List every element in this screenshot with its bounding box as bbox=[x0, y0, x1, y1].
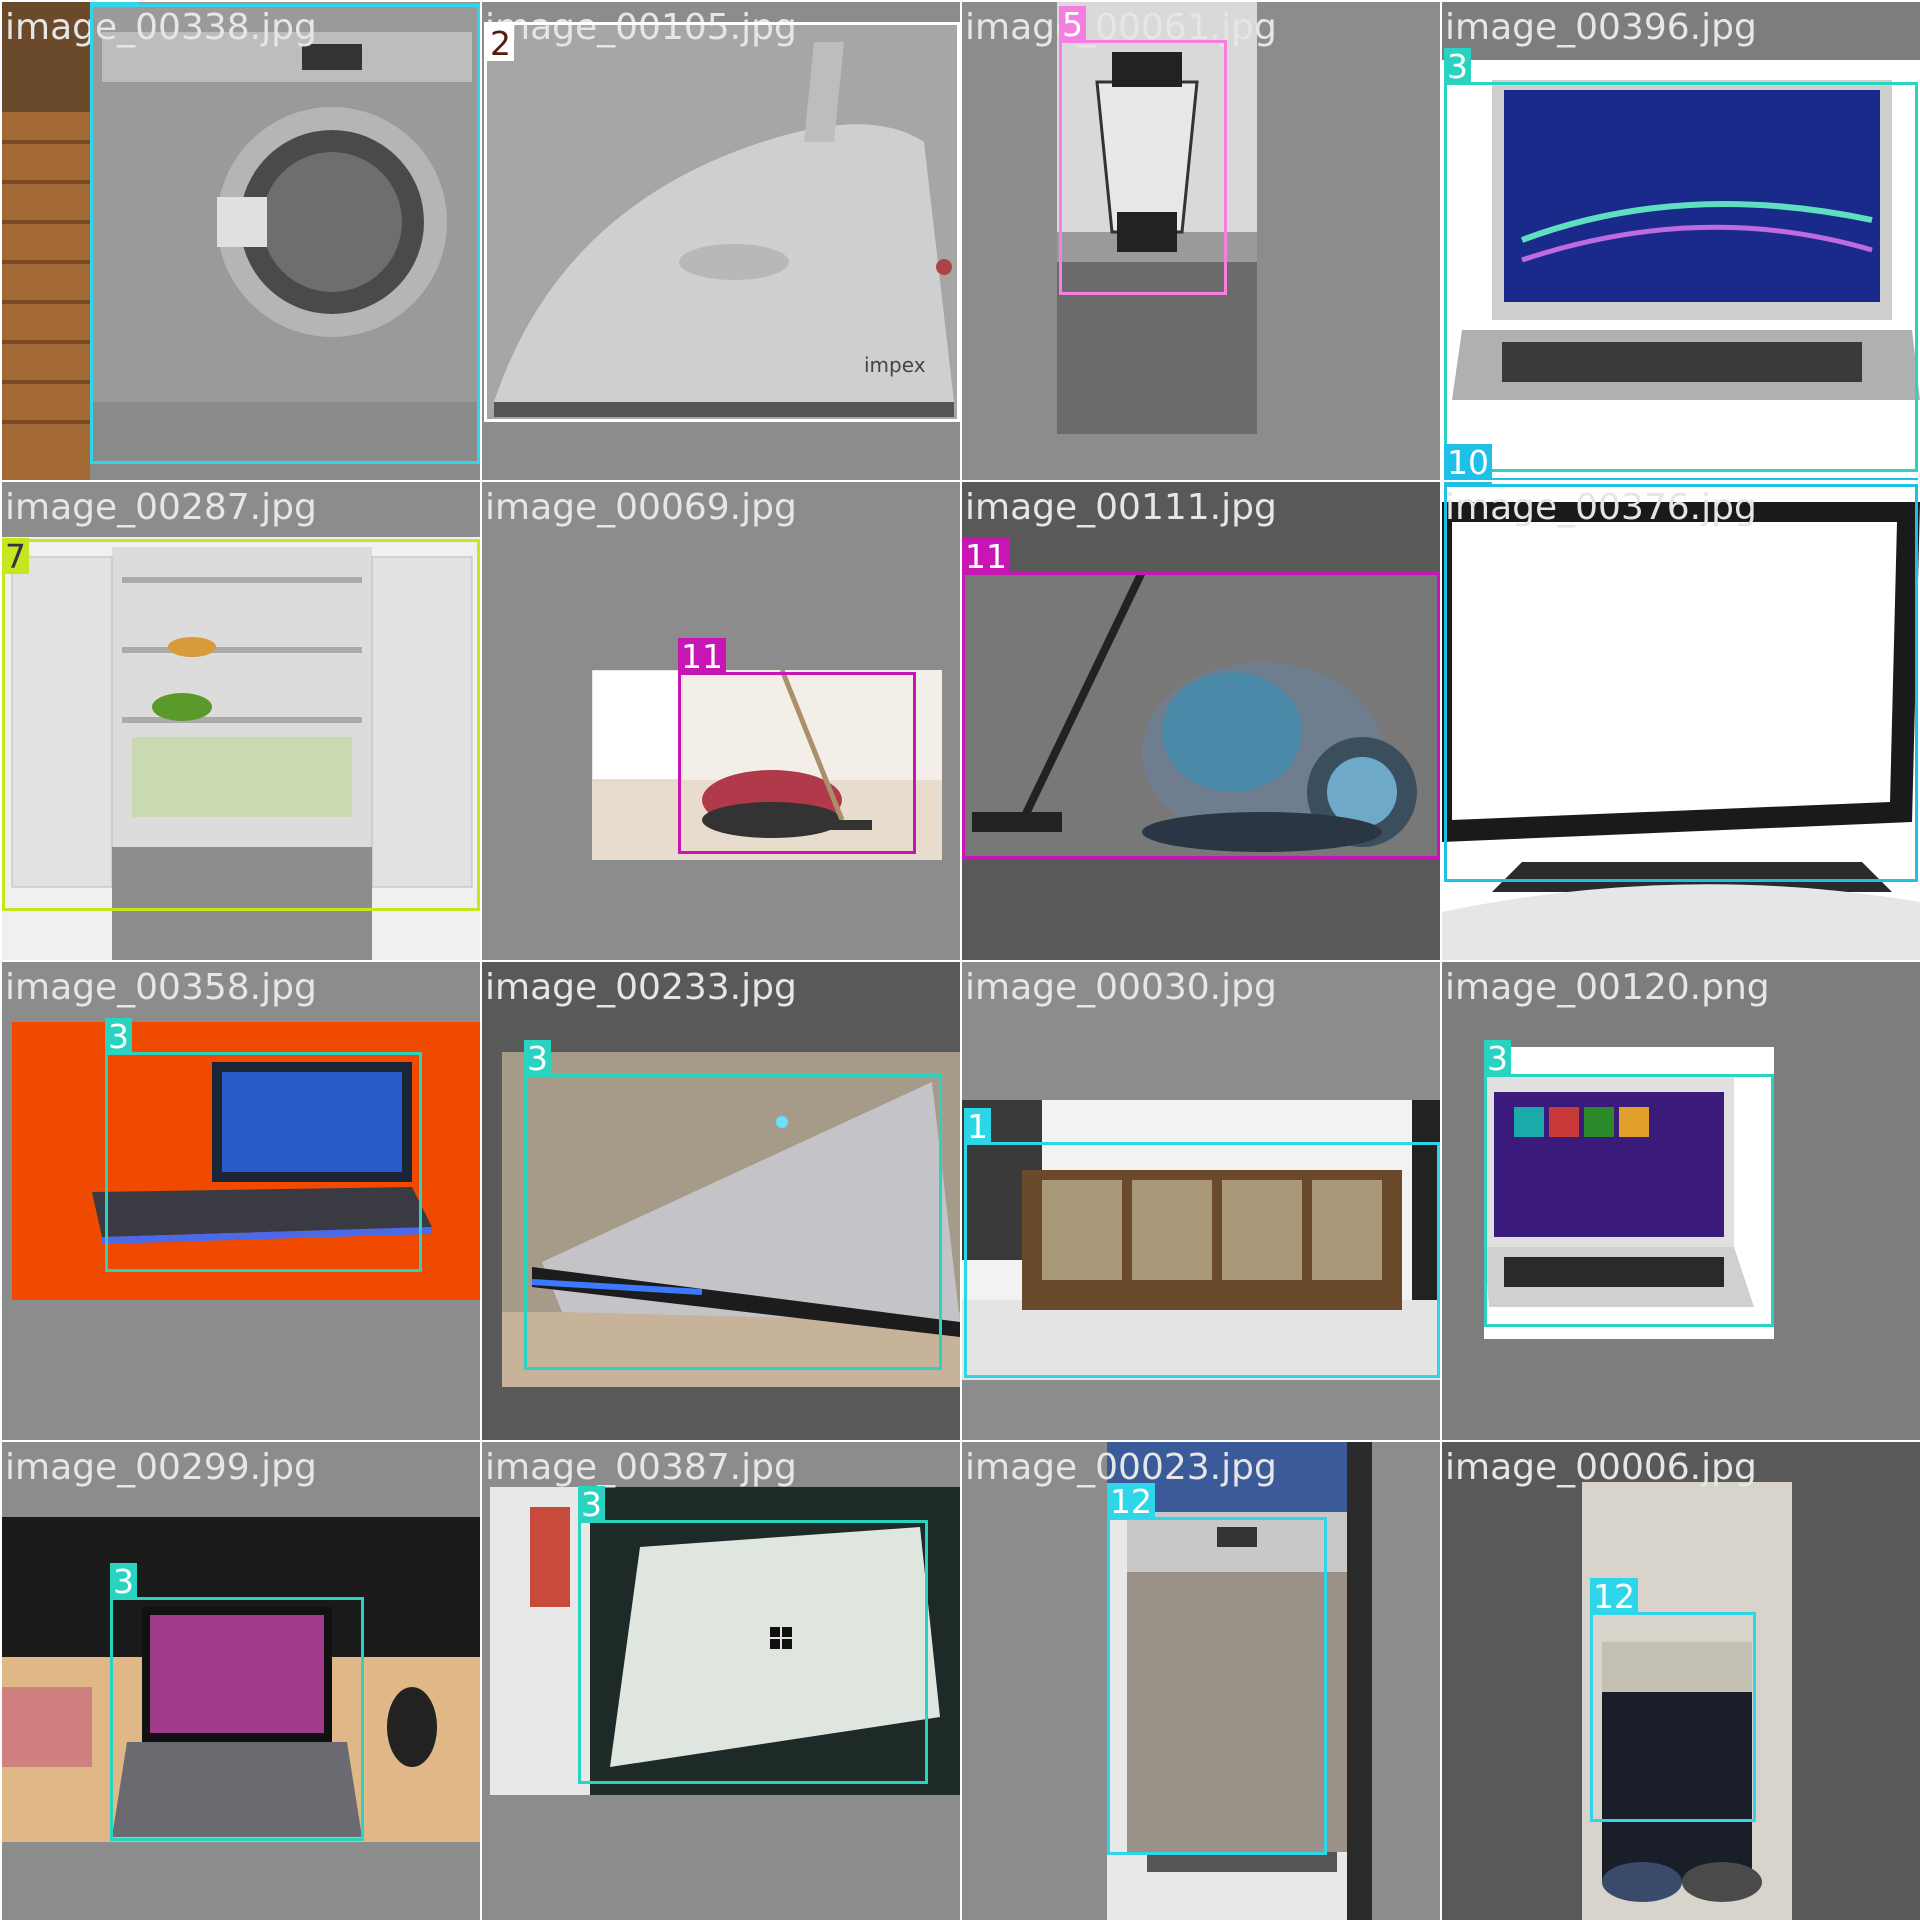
filename-label: image_00120.png bbox=[1445, 967, 1770, 1008]
bounding-box: 3 bbox=[578, 1486, 928, 1784]
class-label: 3 bbox=[1484, 1040, 1511, 1078]
tile-laptop-orange: image_00358.jpg 3 bbox=[2, 962, 480, 1440]
bounding-box: 3 bbox=[110, 1563, 364, 1841]
class-label: 3 bbox=[110, 1563, 137, 1601]
bounding-box: 7 bbox=[2, 538, 480, 911]
bounding-box: 1 bbox=[964, 1108, 1440, 1378]
class-label: 10 bbox=[1444, 482, 1492, 488]
class-label: 3 bbox=[105, 1018, 132, 1056]
filename-label: image_00006.jpg bbox=[1445, 1447, 1757, 1488]
class-label: 7 bbox=[2, 538, 29, 576]
bounding-box: 5 bbox=[1059, 6, 1227, 295]
bounding-box: 3 bbox=[1444, 48, 1918, 472]
tile-sofa: image_00030.jpg 1 bbox=[962, 962, 1440, 1440]
class-label: 12 bbox=[90, 2, 138, 8]
filename-label: image_00299.jpg bbox=[5, 1447, 317, 1488]
bounding-box: 3 bbox=[1484, 1040, 1774, 1327]
filename-label: image_00030.jpg bbox=[965, 967, 1277, 1008]
tile-washing-machine: image_00338.jpg 12 bbox=[2, 2, 480, 480]
bounding-box: 2 bbox=[484, 22, 960, 422]
filename-label: image_00396.jpg bbox=[1445, 7, 1757, 48]
filename-label: image_00358.jpg bbox=[5, 967, 317, 1008]
bounding-box: 12 bbox=[1107, 1483, 1327, 1855]
filename-label: image_00111.jpg bbox=[965, 487, 1277, 528]
class-label: 12 bbox=[1107, 1483, 1155, 1521]
bounding-box: 12 bbox=[90, 2, 480, 464]
filename-label: image_00287.jpg bbox=[5, 487, 317, 528]
tile-television: image_00376.jpg 10 bbox=[1442, 482, 1920, 960]
tile-refrigerator: image_00287.jpg 7 bbox=[2, 482, 480, 960]
tile-laptop-open: image_00396.jpg 3 10 bbox=[1442, 2, 1920, 480]
filename-label: image_00233.jpg bbox=[485, 967, 797, 1008]
bounding-box: 10 bbox=[1444, 444, 1918, 480]
bounding-box: 3 bbox=[524, 1040, 942, 1370]
class-label: 3 bbox=[578, 1486, 605, 1524]
tile-washer-top: image_00006.jpg 12 bbox=[1442, 1442, 1920, 1920]
class-label: 10 bbox=[1444, 444, 1492, 480]
class-label: 11 bbox=[678, 638, 726, 676]
bounding-box: 3 bbox=[105, 1018, 422, 1272]
filename-label: image_00069.jpg bbox=[485, 487, 797, 528]
tile-dishwasher: image_00023.jpg 12 bbox=[962, 1442, 1440, 1920]
bounding-box: 11 bbox=[678, 638, 916, 854]
class-label: 2 bbox=[487, 25, 514, 63]
class-label: 11 bbox=[962, 538, 1010, 576]
tile-vacuum-floor: image_00069.jpg 11 bbox=[482, 482, 960, 960]
tile-blender: image_00061.jpg 5 bbox=[962, 2, 1440, 480]
filename-label: image_00387.jpg bbox=[485, 1447, 797, 1488]
tile-iron: impex image_00105.jpg 2 bbox=[482, 2, 960, 480]
tile-laptop-hp: image_00120.png 3 bbox=[1442, 962, 1920, 1440]
class-label: 3 bbox=[1444, 48, 1471, 86]
tile-vacuum-studio: image_00111.jpg 11 bbox=[962, 482, 1440, 960]
class-label: 1 bbox=[964, 1108, 991, 1146]
tile-laptop-surface: image_00387.jpg 3 bbox=[482, 1442, 960, 1920]
tile-laptop-desk: image_00299.jpg 3 bbox=[2, 1442, 480, 1920]
detection-mosaic: image_00338.jpg 12 impex image_00105.jpg… bbox=[0, 0, 1920, 1920]
tile-laptop-silver: image_00233.jpg 3 bbox=[482, 962, 960, 1440]
bounding-box: 11 bbox=[962, 538, 1440, 859]
class-label: 12 bbox=[1590, 1578, 1638, 1616]
class-label: 5 bbox=[1059, 6, 1086, 44]
bounding-box: 12 bbox=[1590, 1578, 1756, 1822]
bounding-box: 10 bbox=[1444, 482, 1918, 882]
class-label: 3 bbox=[524, 1040, 551, 1078]
